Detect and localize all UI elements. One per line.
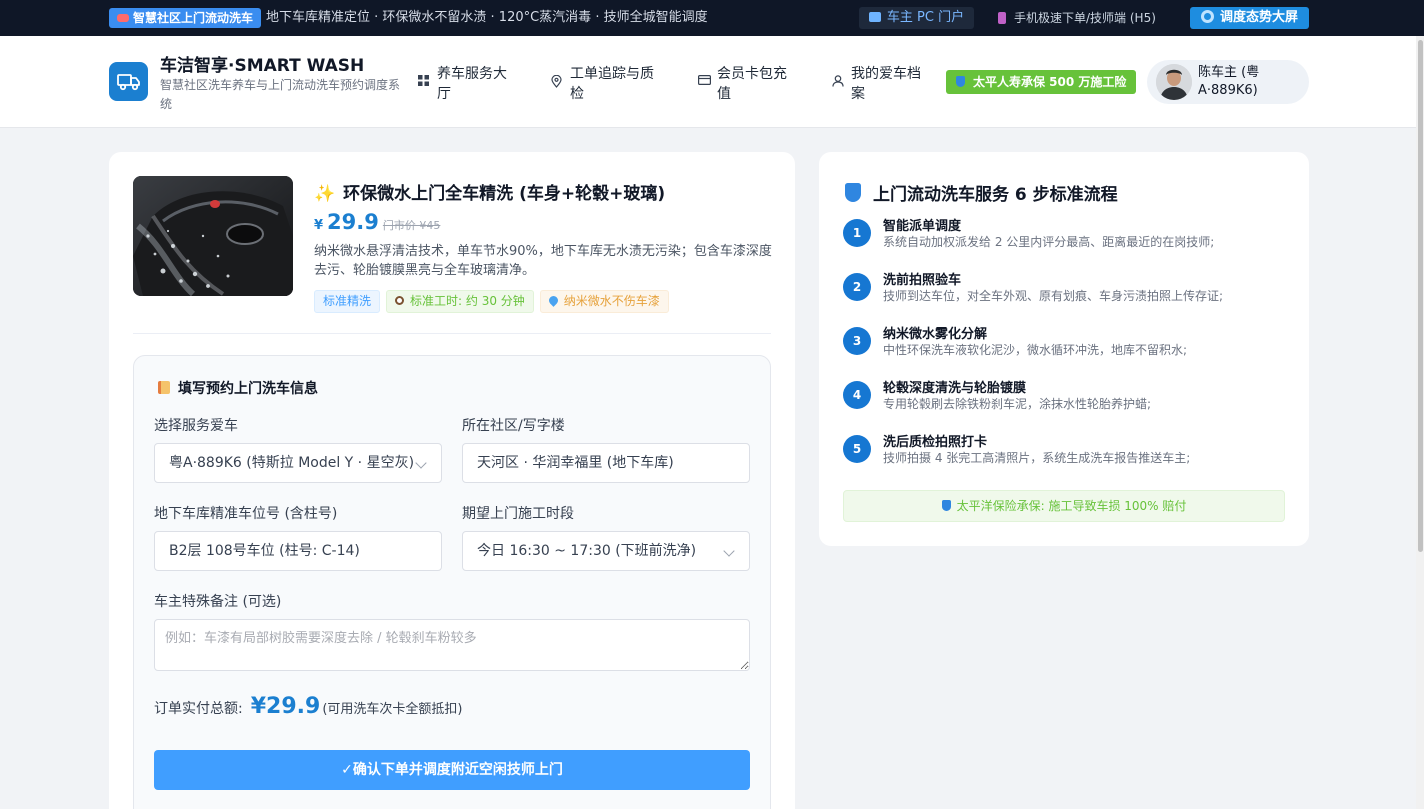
community-badge: 智慧社区上门流动洗车: [109, 8, 262, 28]
note-textarea[interactable]: [154, 619, 750, 671]
announcement-ticker: 地下车库精准定位 · 环保微水不留水渍 · 120°C蒸汽消毒 · 技师全城智能…: [266, 10, 708, 25]
form-title: 填写预约上门洗车信息: [158, 378, 318, 398]
order-total: 订单实付总额: ¥29.9 (可用洗车次卡全额抵扣): [154, 694, 463, 719]
page-scrollbar-thumb[interactable]: [1418, 40, 1423, 552]
person-photo-icon: [1156, 64, 1192, 100]
tag-duration: 标准工时: 约 30 分钟: [386, 290, 534, 313]
owner-portal-link[interactable]: 车主 PC 门户: [859, 7, 974, 29]
phone-icon: [998, 11, 1006, 24]
avatar: [1156, 64, 1192, 100]
user-icon: [832, 75, 844, 87]
mobile-h5-link[interactable]: 手机极速下单/技师端 (H5): [998, 7, 1156, 29]
car-select-label: 选择服务爱车: [154, 418, 238, 434]
divider: [133, 333, 771, 334]
dispatch-dashboard-button[interactable]: 调度态势大屏: [1190, 7, 1309, 29]
sparkle-icon: ✨: [314, 184, 336, 204]
user-name: 陈车主 (粤A·889K6): [1198, 65, 1260, 98]
service-image: [133, 176, 293, 296]
droplet-icon: [546, 294, 560, 307]
location-pin-icon: [551, 75, 562, 88]
shield-icon: [941, 500, 951, 511]
insurance-badge: 太平人寿承保 500 万施工险: [946, 70, 1137, 94]
car-select[interactable]: 粤A·889K6 (特斯拉 Model Y · 星空灰): [154, 443, 442, 483]
submit-order-button[interactable]: ✓确认下单并调度附近空闲技师上门: [154, 750, 750, 790]
time-slot-label: 期望上门施工时段: [462, 506, 574, 522]
car-wash-photo-icon: [133, 176, 293, 296]
user-profile-menu[interactable]: 陈车主 (粤A·889K6): [1147, 60, 1309, 104]
tag-nano-water: 纳米微水不伤车漆: [539, 290, 669, 313]
truck-icon: [117, 74, 140, 91]
service-title: ✨ 环保微水上门全车精洗 (车身+轮毂+玻璃): [314, 184, 666, 204]
community-input[interactable]: 天河区 · 华润幸福里 (地下车库): [462, 443, 750, 483]
credit-card-icon: [698, 75, 711, 85]
booking-form: 填写预约上门洗车信息 选择服务爱车 粤A·889K6 (特斯拉 Model Y …: [133, 355, 771, 809]
service-order-card: ✨ 环保微水上门全车精洗 (车身+轮毂+玻璃) ¥29.9 门市价 ¥45 纳米微水…: [109, 152, 795, 809]
service-flow-card: 上门流动洗车服务 6 步标准流程 1 智能派单调度 系统自动加权派发给 2 公里…: [819, 152, 1309, 546]
brand-subtitle: 智慧社区洗车养车与上门流动洗车预约调度系统: [160, 78, 401, 111]
price-value: 29.9: [327, 210, 379, 234]
flow-title: 上门流动洗车服务 6 步标准流程: [845, 180, 1118, 205]
shield-icon: [956, 76, 965, 87]
car-icon: [117, 13, 129, 22]
service-tags: 标准精洗 标准工时: 约 30 分钟 纳米微水不伤车漆: [314, 290, 675, 313]
main-header: 车洁智享·SMART WASH 智慧社区洗车养车与上门流动洗车预约调度系统 养车…: [0, 36, 1424, 128]
service-description: 纳米微水悬浮清洁技术，单车节水90%，地下车库无水渍无污染；包含车漆深度去污、轮…: [314, 244, 772, 278]
parking-label: 地下车库精准车位号 (含柱号): [154, 506, 338, 522]
total-amount: ¥29.9: [250, 694, 321, 719]
tag-standard: 标准精洗: [314, 290, 381, 313]
top-bar: 智慧社区上门流动洗车 地下车库精准定位 · 环保微水不留水渍 · 120°C蒸汽…: [0, 0, 1424, 36]
chevron-down-icon: [415, 457, 427, 469]
community-label: 所在社区/写字楼: [462, 418, 565, 434]
brand-title: 车洁智享·SMART WASH: [160, 56, 365, 76]
stopwatch-icon: [395, 296, 405, 305]
grid-icon: [418, 75, 429, 86]
memo-icon: [158, 381, 170, 394]
time-slot-select[interactable]: 今日 16:30 ~ 17:30 (下班前洗净): [462, 531, 750, 571]
gear-icon: [1200, 10, 1214, 23]
service-price: ¥29.9 门市价 ¥45: [314, 210, 441, 234]
original-price: 门市价 ¥45: [382, 219, 441, 232]
brand-logo[interactable]: [109, 62, 148, 101]
insurance-guarantee: 太平洋保险承保: 施工导致车损 100% 赔付: [843, 490, 1285, 522]
monitor-icon: [868, 11, 881, 22]
parking-spot-input[interactable]: B2层 108号车位 (柱号: C-14): [154, 531, 442, 571]
note-label: 车主特殊备注 (可选): [154, 594, 282, 610]
chevron-down-icon: [723, 545, 735, 557]
shield-icon: [845, 183, 861, 202]
